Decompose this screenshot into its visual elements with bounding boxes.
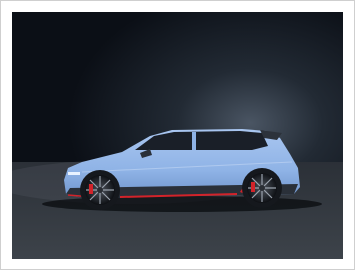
car-illustration [12,12,343,259]
image-frame [0,0,355,270]
front-wheel [80,170,120,210]
rear-wheel [242,168,282,208]
car-photo [12,12,343,259]
